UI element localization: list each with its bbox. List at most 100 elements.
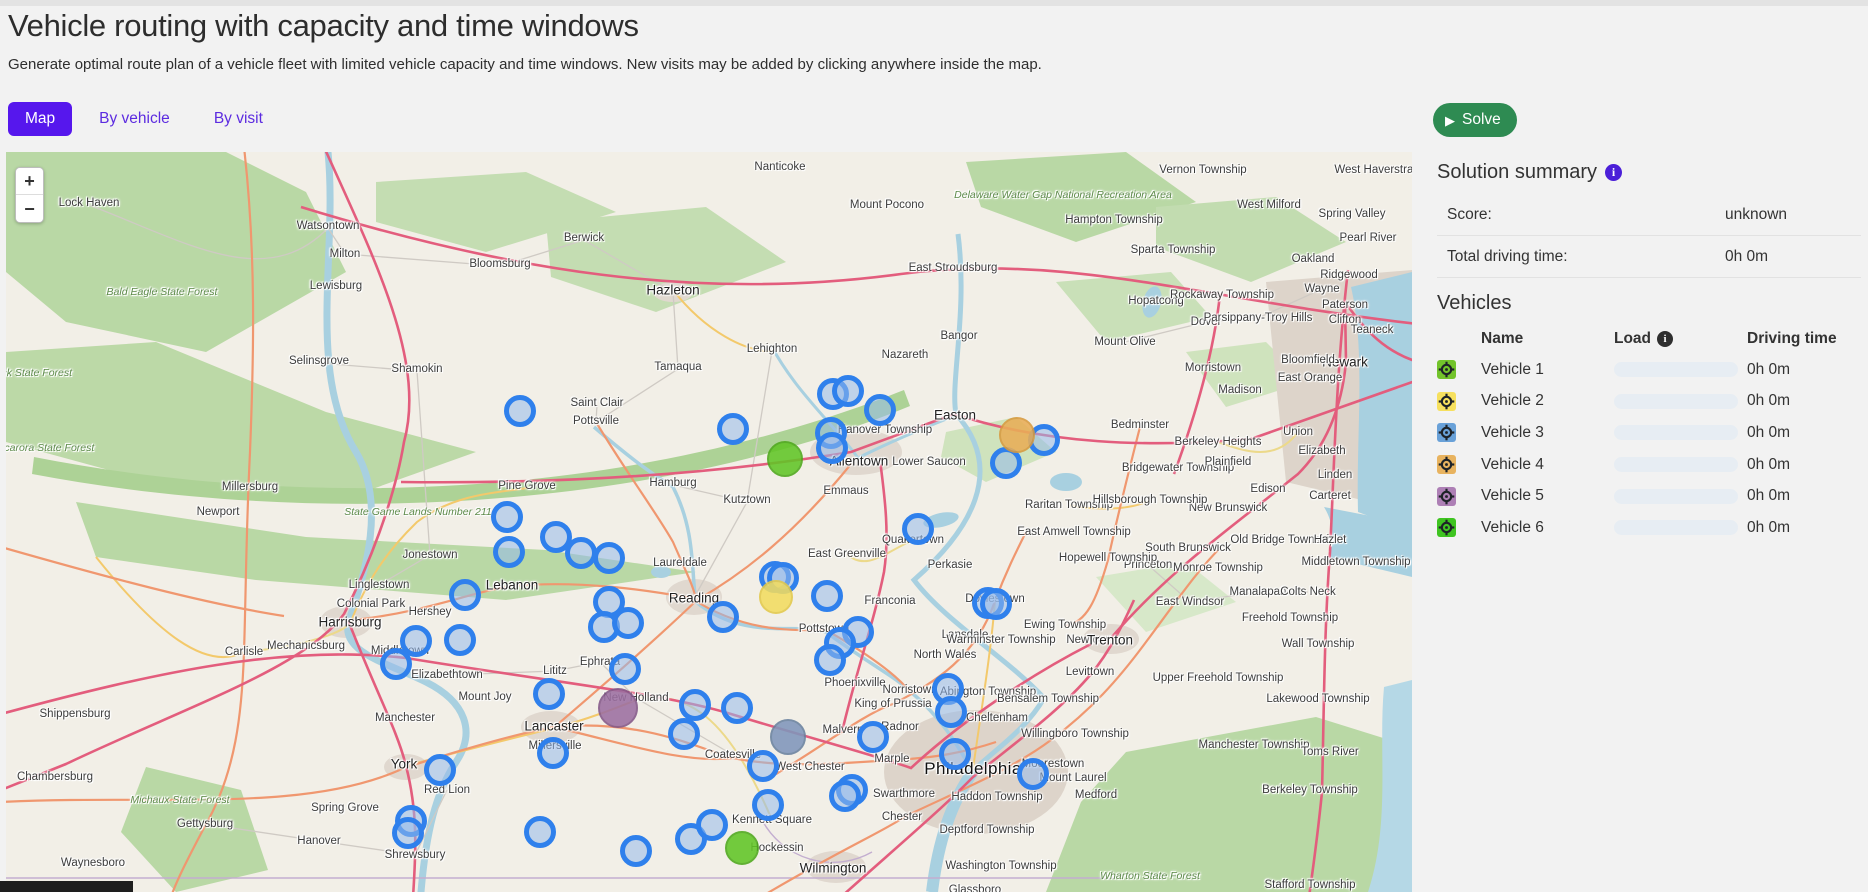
map-marker-visit[interactable] [444,624,476,656]
vehicle-row[interactable]: Vehicle 5 0h 0m [1437,480,1861,512]
tab-by-vehicle[interactable]: By vehicle [82,102,187,136]
map-marker-visit[interactable] [565,537,597,569]
vehicle-row[interactable]: Vehicle 6 0h 0m [1437,512,1861,544]
map-label: Freehold Township [1242,612,1338,624]
vehicle-driving-time: 0h 0m [1747,361,1861,379]
map-marker-visit[interactable] [864,394,896,426]
map-label: Carlisle [225,646,263,658]
map-marker-visit[interactable] [1017,758,1049,790]
map-marker-visit[interactable] [392,817,424,849]
map-marker-visit[interactable] [707,601,739,633]
map-marker-visit[interactable] [593,542,625,574]
map-marker-visit[interactable] [449,579,481,611]
map-marker-visit[interactable] [620,835,652,867]
map-marker-depot[interactable] [759,580,793,614]
map-marker-visit[interactable] [533,678,565,710]
map-label: Easton [934,408,976,423]
map-marker-visit[interactable] [814,644,846,676]
map-label: Marple [874,753,909,765]
map-marker-visit[interactable] [857,721,889,753]
vehicles-table: Name Load i Driving time Vehicle 1 [1437,324,1861,544]
map-marker-visit[interactable] [612,607,644,639]
map-marker-visit[interactable] [721,692,753,724]
map-label: Perkasie [928,559,973,571]
map-marker-depot[interactable] [725,831,759,865]
map-marker-depot[interactable] [770,719,806,755]
map-marker-visit[interactable] [524,816,556,848]
map-marker-visit[interactable] [902,513,934,545]
map-marker-visit[interactable] [696,809,728,841]
map-marker-visit[interactable] [832,375,864,407]
map-label: Lancaster [524,719,583,734]
map-label: Trenton [1087,633,1133,648]
map-label: King of Prussia [854,698,931,710]
vehicle-driving-time: 0h 0m [1747,456,1861,474]
solve-button[interactable]: ▶ Solve [1433,103,1517,137]
total-driving-time-value: 0h 0m [1725,248,1768,266]
map-label: Bloomfield [1281,354,1335,366]
map-label: Deptford Township [939,824,1034,836]
vehicle-crosshair-icon [1437,455,1456,474]
map-marker-visit[interactable] [380,648,412,680]
map-label: Jonestown [403,549,458,561]
map-label: Reading [669,591,719,606]
zoom-out-button[interactable]: − [16,195,43,222]
vehicle-row[interactable]: Vehicle 4 0h 0m [1437,449,1861,481]
map-marker-visit[interactable] [424,754,456,786]
vehicle-name: Vehicle 3 [1481,424,1614,442]
map-marker-visit[interactable] [493,536,525,568]
vehicle-row[interactable]: Vehicle 1 0h 0m [1437,354,1861,386]
map-label: Newport [197,506,240,518]
load-info-icon[interactable]: i [1657,331,1673,347]
info-icon[interactable]: i [1605,164,1622,181]
column-driving-time: Driving time [1747,330,1861,348]
map-marker-depot[interactable] [999,417,1035,453]
tab-by-visit[interactable]: By visit [197,102,280,136]
map-label: Kutztown [723,494,770,506]
vehicle-driving-time: 0h 0m [1747,519,1861,537]
map-label: Pine Grove [498,480,556,492]
map-marker-visit[interactable] [752,789,784,821]
map-label: Harrisburg [318,615,381,630]
map-label: East Amwell Township [1017,526,1131,538]
map-marker-visit[interactable] [504,395,536,427]
map-marker-depot[interactable] [767,441,803,477]
map-label: Emmaus [823,485,868,497]
map-label: Hershey [409,606,452,618]
map-marker-visit[interactable] [668,718,700,750]
map-marker-visit[interactable] [491,501,523,533]
map-marker-visit[interactable] [537,737,569,769]
vehicle-driving-time: 0h 0m [1747,392,1861,410]
map-label: Paterson [1322,299,1368,311]
vehicle-load-bar [1614,457,1738,472]
map-marker-visit[interactable] [980,588,1012,620]
map-marker-depot[interactable] [598,688,638,728]
map-marker-visit[interactable] [747,750,779,782]
zoom-in-button[interactable]: + [16,168,43,195]
map-marker-visit[interactable] [679,689,711,721]
map-marker-visit[interactable] [935,696,967,728]
map-marker-visit[interactable] [609,653,641,685]
map-label: Bald Eagle State Forest [107,286,218,298]
vehicle-row[interactable]: Vehicle 2 0h 0m [1437,386,1861,418]
map-label: Chester [882,811,922,823]
vehicle-row[interactable]: Vehicle 3 0h 0m [1437,417,1861,449]
map-canvas[interactable]: Lock HavenNanticokeMount PoconoEast Stro… [6,152,1412,892]
map-label: Union [1283,426,1313,438]
map-marker-visit[interactable] [829,780,861,812]
map-label: Nazareth [882,349,929,361]
map-label: East Greenville [808,548,886,560]
solution-summary-title: Solution summary [1437,161,1597,184]
map-label: Hanover Township [838,424,932,436]
score-value: unknown [1725,206,1787,224]
map-label: Hillsborough Township [1093,494,1208,506]
map-marker-visit[interactable] [811,580,843,612]
vehicle-crosshair-icon [1437,392,1456,411]
map-marker-visit[interactable] [717,413,749,445]
vehicle-crosshair-icon [1437,487,1456,506]
map-marker-visit[interactable] [816,432,848,464]
summary-row-score: Score: unknown [1437,194,1861,236]
map-marker-visit[interactable] [939,738,971,770]
map-label: Cheltenham [966,712,1028,724]
tab-map[interactable]: Map [8,102,72,136]
